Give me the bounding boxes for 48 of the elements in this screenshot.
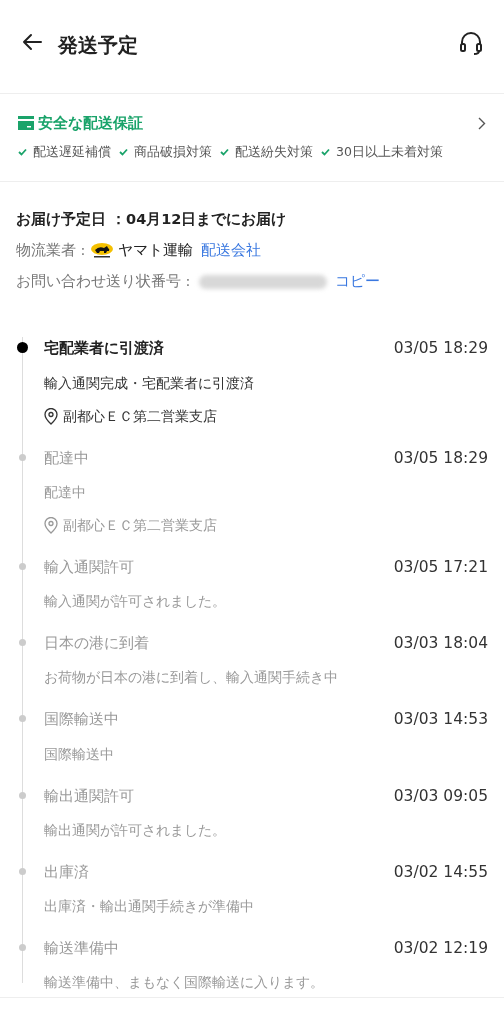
guarantee-item: 商品破損対策 xyxy=(134,142,212,161)
page-title: 発送予定 xyxy=(58,32,138,59)
check-icon xyxy=(119,147,128,156)
delivery-date: お届け予定日 ：04月12日までにお届け xyxy=(16,209,287,229)
carrier-name: ヤマト運輸 xyxy=(117,240,193,260)
event-description: 国際輸送中 xyxy=(44,744,115,764)
tracking-label: お問い合わせ送り状番号 : xyxy=(16,271,191,291)
check-icon xyxy=(220,147,229,156)
event-title: 輸送準備中 xyxy=(44,938,119,959)
check-icon xyxy=(18,147,27,156)
event-title: 国際輸送中 xyxy=(44,709,119,731)
event-time: 03/03 14:53 xyxy=(393,709,488,731)
guarantee-title[interactable]: 安全な配送保証 xyxy=(38,112,143,135)
event-time: 03/05 17:21 xyxy=(393,556,488,578)
event-time: 03/02 12:19 xyxy=(393,938,488,959)
event-location: 副都心ＥＣ第二営業支店 xyxy=(63,406,217,426)
event-title: 宅配業者に引渡済 xyxy=(44,338,164,360)
card-icon xyxy=(18,115,34,132)
event-time: 03/03 18:04 xyxy=(393,633,488,654)
location-pin-icon xyxy=(44,516,58,534)
event-description: 輸出通関が許可されました。 xyxy=(44,820,227,840)
cat-logo-icon xyxy=(89,242,114,259)
event-time: 03/02 14:55 xyxy=(393,861,488,883)
carrier-label: 物流業者 : xyxy=(16,240,86,260)
event-location: 副都心ＥＣ第二営業支店 xyxy=(63,515,217,535)
event-description: 輸送準備中、まもなく国際輸送に入ります。 xyxy=(44,973,325,993)
event-description: お荷物が日本の港に到着し、輸入通関手続き中 xyxy=(44,668,339,688)
headset-icon[interactable] xyxy=(458,30,484,56)
event-title: 配達中 xyxy=(44,447,89,469)
check-icon xyxy=(321,147,330,156)
carrier-link[interactable]: 配送会社 xyxy=(200,239,261,262)
event-time: 03/03 09:05 xyxy=(393,785,488,807)
guarantee-item: 配送紛失対策 xyxy=(235,142,313,161)
guarantee-item: 30日以上未着対策 xyxy=(336,142,443,161)
location-pin-icon xyxy=(44,407,58,425)
event-title: 出庫済 xyxy=(44,861,89,883)
event-time: 03/05 18:29 xyxy=(393,338,488,360)
event-description: 輸入通関が許可されました。 xyxy=(44,592,227,611)
copy-link[interactable]: コピー xyxy=(334,270,380,293)
event-title: 輸入通関許可 xyxy=(44,556,134,578)
event-description: 配達中 xyxy=(44,482,87,502)
event-title: 輸出通関許可 xyxy=(44,785,134,807)
guarantee-item: 配送遅延補償 xyxy=(33,142,111,161)
event-description: 出庫済・輸出通関手続きが準備中 xyxy=(44,897,255,916)
event-description: 輸入通関完成・宅配業者に引渡済 xyxy=(44,373,255,393)
event-title: 日本の港に到着 xyxy=(44,633,149,654)
chevron-right-icon[interactable] xyxy=(478,116,486,130)
event-time: 03/05 18:29 xyxy=(393,447,488,469)
